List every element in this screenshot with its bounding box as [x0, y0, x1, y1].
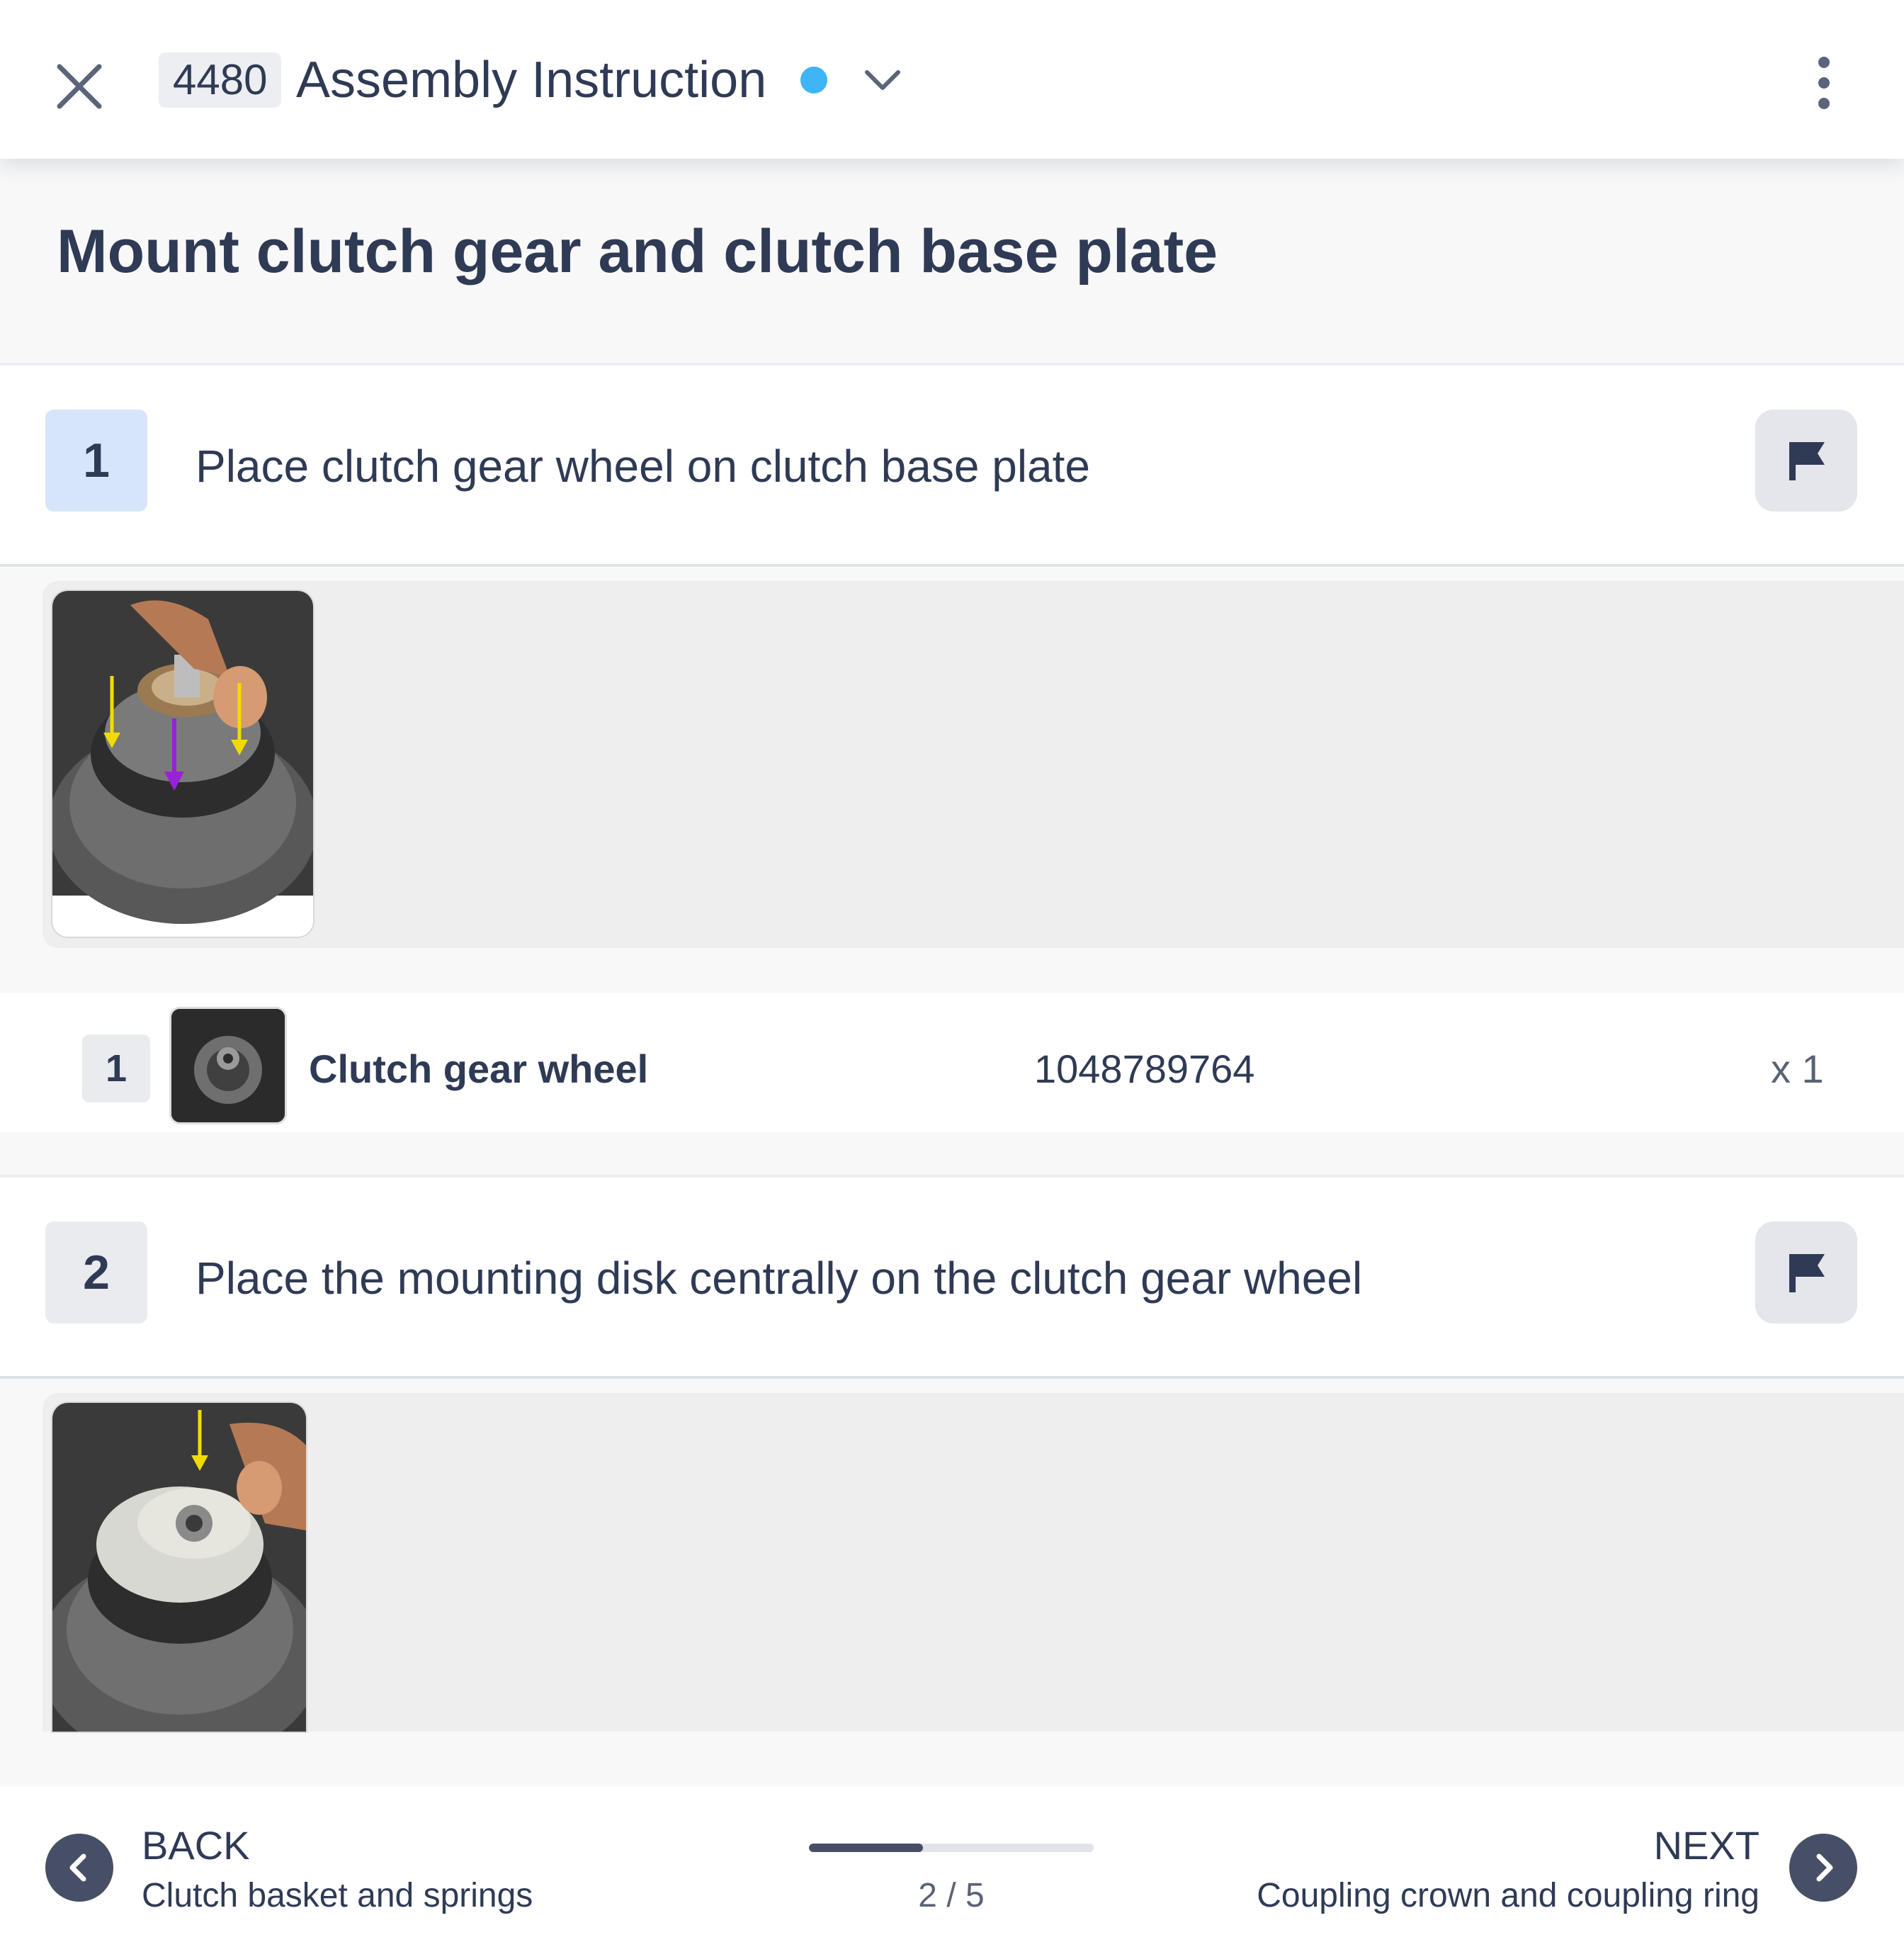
step-navigation-footer: BACK Clutch basket and springs 2 / 5 NEX…	[0, 1787, 1904, 1947]
next-button[interactable]	[1789, 1834, 1857, 1902]
step-image-panel	[42, 581, 1904, 948]
step-row[interactable]: 1 Place clutch gear wheel on clutch base…	[0, 366, 1904, 564]
part-row[interactable]: 1 Clutch gear wheel 1048789764 x 1	[0, 993, 1904, 1132]
flag-icon	[1789, 442, 1825, 480]
back-button[interactable]	[45, 1834, 113, 1902]
next-label[interactable]: NEXT	[1654, 1822, 1760, 1869]
flag-icon	[1789, 1254, 1825, 1292]
close-icon	[57, 64, 102, 109]
step-number: 1	[45, 410, 147, 512]
progress-text: 2 / 5	[918, 1877, 985, 1914]
step-image-panel	[42, 1393, 1904, 1732]
flag-button[interactable]	[1755, 1221, 1857, 1324]
step-text: Place the mounting disk centrally on the…	[196, 1253, 1363, 1304]
chevron-right-icon	[1816, 1853, 1833, 1882]
progress-bar	[809, 1844, 1094, 1852]
divider	[0, 564, 1904, 567]
title-dropdown-button[interactable]	[861, 62, 904, 98]
step-text: Place clutch gear wheel on clutch base p…	[196, 441, 1090, 492]
instruction-id-badge: 4480	[159, 52, 282, 108]
chevron-down-icon	[865, 70, 900, 90]
page-title: Mount clutch gear and clutch base plate	[57, 218, 1218, 286]
step-row[interactable]: 2 Place the mounting disk centrally on t…	[0, 1178, 1904, 1376]
step-image[interactable]	[52, 1403, 306, 1732]
close-button[interactable]	[50, 57, 109, 116]
chevron-left-icon	[69, 1853, 86, 1882]
part-index: 1	[82, 1034, 150, 1102]
back-label[interactable]: BACK	[142, 1822, 250, 1869]
divider	[0, 1376, 1904, 1379]
part-quantity: x 1	[1771, 1046, 1824, 1091]
step-image[interactable]	[52, 591, 313, 937]
progress-fill	[809, 1844, 923, 1852]
back-subtitle[interactable]: Clutch basket and springs	[142, 1875, 533, 1917]
app-header: 4480 Assembly Instruction	[0, 0, 1904, 159]
part-name: Clutch gear wheel	[309, 1046, 649, 1091]
more-options-button[interactable]	[1799, 52, 1849, 116]
document-title: Assembly Instruction	[296, 52, 767, 108]
step-number: 2	[45, 1221, 147, 1324]
status-indicator	[800, 67, 827, 94]
flag-button[interactable]	[1755, 410, 1857, 512]
part-thumbnail[interactable]	[171, 1009, 285, 1122]
next-subtitle[interactable]: Coupling crown and coupling ring	[1257, 1875, 1760, 1917]
part-number: 1048789764	[1034, 1046, 1255, 1091]
more-vertical-icon	[1818, 57, 1830, 109]
